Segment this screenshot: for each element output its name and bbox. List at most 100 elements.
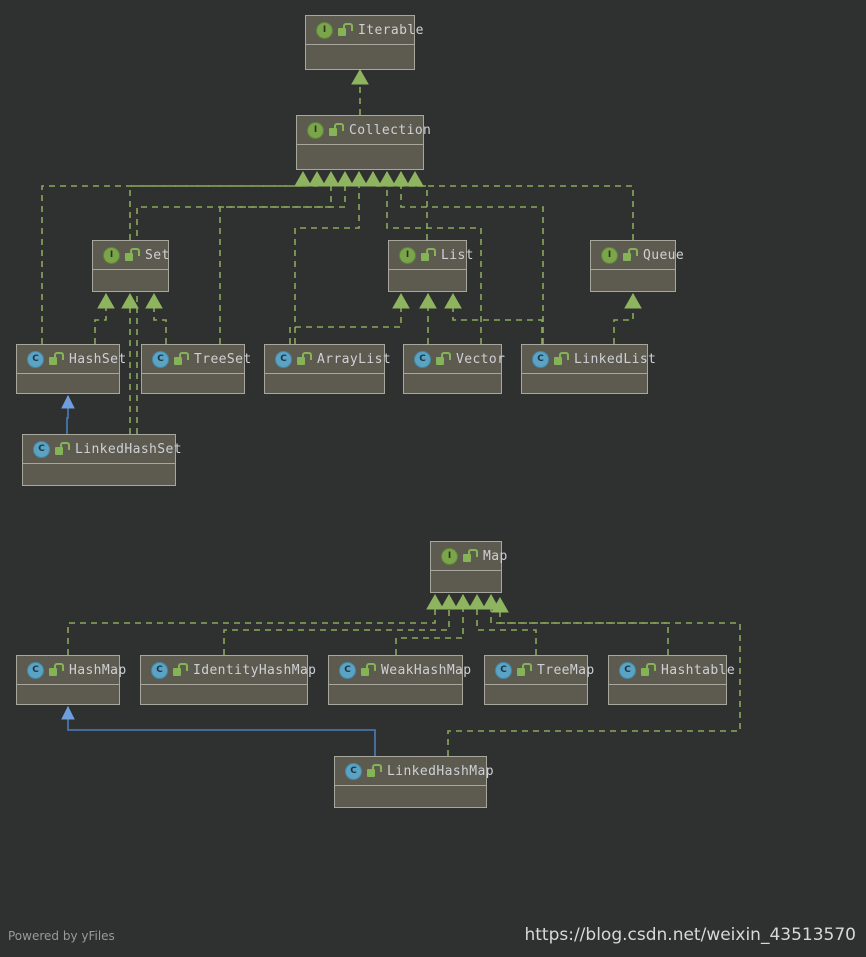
uml-node-vector[interactable]: C Vector — [403, 344, 506, 394]
node-label: Iterable — [358, 22, 424, 38]
edge-vector-to-list — [419, 292, 437, 344]
arrowhead — [392, 170, 410, 187]
interface-icon: I — [601, 246, 618, 264]
node-label: TreeMap — [537, 662, 595, 678]
edge-line — [219, 172, 332, 344]
uml-node-identityhashmap[interactable]: C IdentityHashMap — [140, 655, 316, 705]
arrowhead — [482, 593, 500, 610]
node-header: I Map — [431, 542, 507, 571]
node-label: IdentityHashMap — [193, 662, 317, 678]
node-header: C TreeMap — [485, 656, 594, 685]
uml-node-hashmap[interactable]: C HashMap — [16, 655, 126, 705]
node-members-compartment — [23, 464, 175, 485]
node-members-compartment — [609, 685, 726, 704]
edge-line — [414, 172, 634, 240]
node-members-compartment — [431, 571, 501, 592]
arrowhead — [61, 394, 75, 409]
edge-line — [613, 294, 634, 344]
uml-node-list[interactable]: I List — [388, 240, 474, 292]
class-icon: C — [414, 350, 431, 368]
edge-line — [490, 595, 669, 655]
arrowhead — [419, 292, 437, 309]
arrowhead — [444, 292, 462, 309]
uml-node-arraylist[interactable]: C ArrayList — [264, 344, 391, 394]
public-unlocked-icon — [421, 248, 436, 262]
arrowhead — [294, 170, 312, 187]
uml-node-weakhashmap[interactable]: C WeakHashMap — [328, 655, 471, 705]
edge-line — [136, 172, 346, 434]
uml-node-collection[interactable]: I Collection — [296, 115, 431, 170]
edge-hashmap-to-map — [67, 593, 444, 655]
public-unlocked-icon — [174, 352, 189, 366]
uml-node-hashtable[interactable]: C Hashtable — [608, 655, 735, 705]
edge-hashset-to-set — [94, 292, 115, 344]
node-label: HashMap — [69, 662, 127, 678]
arrowhead — [350, 170, 368, 187]
node-label: Vector — [456, 351, 506, 367]
public-unlocked-icon — [463, 549, 478, 563]
node-members-compartment — [17, 685, 119, 704]
node-header: I List — [389, 241, 474, 270]
edge-linkedhashset-to-hashset — [61, 394, 75, 434]
uml-node-hashset[interactable]: C HashSet — [16, 344, 126, 394]
edge-treemap-to-map — [468, 593, 537, 655]
node-header: C Hashtable — [609, 656, 735, 685]
node-header: C ArrayList — [265, 345, 391, 374]
uml-node-treeset[interactable]: C TreeSet — [141, 344, 251, 394]
interface-icon: I — [441, 547, 458, 565]
public-unlocked-icon — [173, 663, 188, 677]
uml-node-treemap[interactable]: C TreeMap — [484, 655, 594, 705]
uml-node-map[interactable]: I Map — [430, 541, 507, 593]
node-members-compartment — [93, 270, 168, 291]
class-icon: C — [33, 440, 50, 458]
edge-line — [129, 172, 304, 240]
node-members-compartment — [522, 374, 647, 393]
edge-linkedlist-to-list — [444, 292, 543, 344]
uml-node-linkedhashset[interactable]: C LinkedHashSet — [22, 434, 182, 486]
node-label: HashSet — [69, 351, 127, 367]
watermark-url: https://blog.csdn.net/weixin_43513570 — [524, 925, 856, 945]
edge-collection-to-iterable — [351, 68, 369, 115]
class-icon: C — [27, 661, 44, 679]
edge-queue-to-collection — [406, 170, 634, 240]
node-header: I Collection — [297, 116, 431, 145]
edge-line — [41, 172, 318, 344]
node-label: List — [441, 247, 474, 263]
node-members-compartment — [485, 685, 587, 704]
public-unlocked-icon — [367, 764, 382, 778]
uml-node-queue[interactable]: I Queue — [590, 240, 684, 292]
node-members-compartment — [17, 374, 119, 393]
node-members-compartment — [306, 45, 414, 69]
node-header: I Set — [93, 241, 169, 270]
edge-line — [94, 294, 107, 344]
public-unlocked-icon — [49, 663, 64, 677]
node-members-compartment — [329, 685, 462, 704]
edge-set-to-collection — [129, 170, 312, 240]
node-label: LinkedHashSet — [75, 441, 182, 457]
uml-node-set[interactable]: I Set — [92, 240, 169, 292]
public-unlocked-icon — [55, 442, 70, 456]
edge-hashtable-to-map — [482, 593, 669, 655]
uml-node-iterable[interactable]: I Iterable — [305, 15, 423, 70]
edge-linkedhashmap-to-hashmap — [61, 705, 376, 756]
node-members-compartment — [389, 270, 466, 291]
node-header: C WeakHashMap — [329, 656, 471, 685]
arrowhead — [440, 593, 458, 610]
edge-hashset-to-collection — [41, 170, 326, 344]
edge-linkedhashset-to-collection — [136, 170, 354, 434]
arrowhead — [322, 170, 340, 187]
node-header: C LinkedHashMap — [335, 757, 494, 786]
edge-list-to-collection — [364, 170, 428, 240]
arrowhead — [145, 292, 163, 309]
uml-node-linkedhashmap[interactable]: C LinkedHashMap — [334, 756, 494, 808]
public-unlocked-icon — [338, 23, 353, 37]
edge-line — [289, 294, 402, 344]
arrowhead — [364, 170, 382, 187]
interface-icon: I — [399, 246, 416, 264]
uml-node-linkedlist[interactable]: C LinkedList — [521, 344, 656, 394]
node-header: I Iterable — [306, 16, 423, 45]
public-unlocked-icon — [517, 663, 532, 677]
edge-line — [452, 294, 543, 344]
public-unlocked-icon — [641, 663, 656, 677]
edge-arraylist-to-collection — [294, 170, 368, 344]
